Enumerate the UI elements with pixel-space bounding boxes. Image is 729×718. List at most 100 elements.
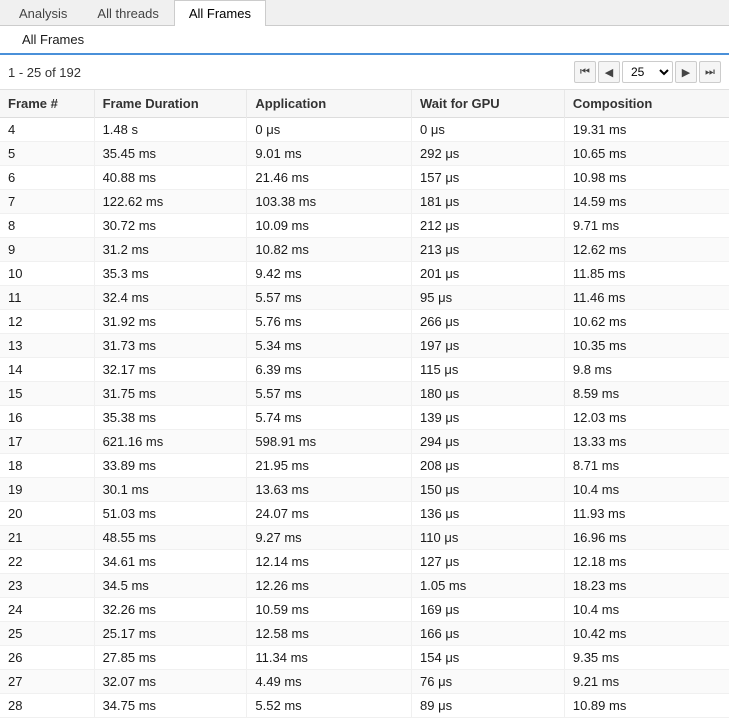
pagination-toolbar: 1 - 25 of 192 ⏮ ◀ 10 25 50 100 ▶ ⏭ (0, 55, 729, 90)
table-cell: 10.42 ms (564, 622, 729, 646)
col-header-gpu[interactable]: Wait for GPU (412, 90, 565, 118)
table-row[interactable]: 2834.75 ms5.52 ms89 μs10.89 ms (0, 694, 729, 718)
last-page-button[interactable]: ⏭ (699, 61, 721, 83)
col-header-frame[interactable]: Frame # (0, 90, 94, 118)
table-row[interactable]: 830.72 ms10.09 ms212 μs9.71 ms (0, 214, 729, 238)
table-cell: 136 μs (412, 502, 565, 526)
table-cell: 11.34 ms (247, 646, 412, 670)
table-cell: 23 (0, 574, 94, 598)
table-row[interactable]: 17621.16 ms598.91 ms294 μs13.33 ms (0, 430, 729, 454)
frames-table: Frame # Frame Duration Application Wait … (0, 90, 729, 718)
table-cell: 139 μs (412, 406, 565, 430)
table-cell: 32.17 ms (94, 358, 247, 382)
table-cell: 16 (0, 406, 94, 430)
table-cell: 32.4 ms (94, 286, 247, 310)
col-header-composition[interactable]: Composition (564, 90, 729, 118)
prev-page-button[interactable]: ◀ (598, 61, 620, 83)
table-row[interactable]: 7122.62 ms103.38 ms181 μs14.59 ms (0, 190, 729, 214)
table-row[interactable]: 1635.38 ms5.74 ms139 μs12.03 ms (0, 406, 729, 430)
table-cell: 19 (0, 478, 94, 502)
table-row[interactable]: 931.2 ms10.82 ms213 μs12.62 ms (0, 238, 729, 262)
table-cell: 20 (0, 502, 94, 526)
table-row[interactable]: 1833.89 ms21.95 ms208 μs8.71 ms (0, 454, 729, 478)
table-row[interactable]: 1132.4 ms5.57 ms95 μs11.46 ms (0, 286, 729, 310)
table-cell: 31.2 ms (94, 238, 247, 262)
table-cell: 0 μs (247, 118, 412, 142)
table-cell: 48.55 ms (94, 526, 247, 550)
table-cell: 10.09 ms (247, 214, 412, 238)
table-cell: 40.88 ms (94, 166, 247, 190)
table-row[interactable]: 1331.73 ms5.34 ms197 μs10.35 ms (0, 334, 729, 358)
subtab-bar: All Frames (0, 26, 729, 55)
table-cell: 14 (0, 358, 94, 382)
table-cell: 197 μs (412, 334, 565, 358)
table-cell: 5.57 ms (247, 286, 412, 310)
table-row[interactable]: 41.48 s0 μs0 μs19.31 ms (0, 118, 729, 142)
table-row[interactable]: 2051.03 ms24.07 ms136 μs11.93 ms (0, 502, 729, 526)
table-cell: 95 μs (412, 286, 565, 310)
table-cell: 9.21 ms (564, 670, 729, 694)
table-cell: 13 (0, 334, 94, 358)
table-cell: 30.72 ms (94, 214, 247, 238)
table-cell: 32.26 ms (94, 598, 247, 622)
table-cell: 294 μs (412, 430, 565, 454)
table-cell: 10.62 ms (564, 310, 729, 334)
table-cell: 127 μs (412, 550, 565, 574)
table-cell: 12.14 ms (247, 550, 412, 574)
table-cell: 34.61 ms (94, 550, 247, 574)
table-row[interactable]: 2334.5 ms12.26 ms1.05 ms18.23 ms (0, 574, 729, 598)
table-cell: 24.07 ms (247, 502, 412, 526)
table-cell: 5.57 ms (247, 382, 412, 406)
table-cell: 9.35 ms (564, 646, 729, 670)
table-row[interactable]: 1432.17 ms6.39 ms115 μs9.8 ms (0, 358, 729, 382)
table-cell: 21 (0, 526, 94, 550)
table-row[interactable]: 535.45 ms9.01 ms292 μs10.65 ms (0, 142, 729, 166)
table-cell: 25 (0, 622, 94, 646)
table-cell: 27.85 ms (94, 646, 247, 670)
table-cell: 8.59 ms (564, 382, 729, 406)
table-cell: 180 μs (412, 382, 565, 406)
table-row[interactable]: 2732.07 ms4.49 ms76 μs9.21 ms (0, 670, 729, 694)
tab-all-frames[interactable]: All Frames (174, 0, 266, 26)
table-cell: 266 μs (412, 310, 565, 334)
table-cell: 12.18 ms (564, 550, 729, 574)
table-cell: 103.38 ms (247, 190, 412, 214)
tab-all-threads[interactable]: All threads (82, 0, 173, 26)
table-row[interactable]: 1035.3 ms9.42 ms201 μs11.85 ms (0, 262, 729, 286)
first-page-button[interactable]: ⏮ (574, 61, 596, 83)
table-row[interactable]: 2525.17 ms12.58 ms166 μs10.42 ms (0, 622, 729, 646)
table-cell: 1.05 ms (412, 574, 565, 598)
table-cell: 157 μs (412, 166, 565, 190)
table-cell: 17 (0, 430, 94, 454)
table-cell: 51.03 ms (94, 502, 247, 526)
table-cell: 181 μs (412, 190, 565, 214)
table-cell: 10.82 ms (247, 238, 412, 262)
next-page-button[interactable]: ▶ (675, 61, 697, 83)
nav-controls: ⏮ ◀ 10 25 50 100 ▶ ⏭ (574, 61, 721, 83)
table-row[interactable]: 2432.26 ms10.59 ms169 μs10.4 ms (0, 598, 729, 622)
table-cell: 621.16 ms (94, 430, 247, 454)
table-row[interactable]: 2148.55 ms9.27 ms110 μs16.96 ms (0, 526, 729, 550)
table-header-row: Frame # Frame Duration Application Wait … (0, 90, 729, 118)
table-cell: 5 (0, 142, 94, 166)
table-cell: 10.59 ms (247, 598, 412, 622)
table-cell: 6 (0, 166, 94, 190)
table-cell: 9.71 ms (564, 214, 729, 238)
subtab-all-frames[interactable]: All Frames (8, 26, 98, 55)
table-cell: 10.4 ms (564, 598, 729, 622)
page-size-select[interactable]: 10 25 50 100 (622, 61, 673, 83)
table-row[interactable]: 1231.92 ms5.76 ms266 μs10.62 ms (0, 310, 729, 334)
table-cell: 12.62 ms (564, 238, 729, 262)
table-row[interactable]: 640.88 ms21.46 ms157 μs10.98 ms (0, 166, 729, 190)
table-cell: 32.07 ms (94, 670, 247, 694)
table-row[interactable]: 1531.75 ms5.57 ms180 μs8.59 ms (0, 382, 729, 406)
table-row[interactable]: 2627.85 ms11.34 ms154 μs9.35 ms (0, 646, 729, 670)
col-header-duration[interactable]: Frame Duration (94, 90, 247, 118)
tab-analysis[interactable]: Analysis (4, 0, 82, 26)
table-row[interactable]: 1930.1 ms13.63 ms150 μs10.4 ms (0, 478, 729, 502)
table-cell: 26 (0, 646, 94, 670)
col-header-application[interactable]: Application (247, 90, 412, 118)
table-cell: 12.26 ms (247, 574, 412, 598)
table-cell: 11.93 ms (564, 502, 729, 526)
table-row[interactable]: 2234.61 ms12.14 ms127 μs12.18 ms (0, 550, 729, 574)
